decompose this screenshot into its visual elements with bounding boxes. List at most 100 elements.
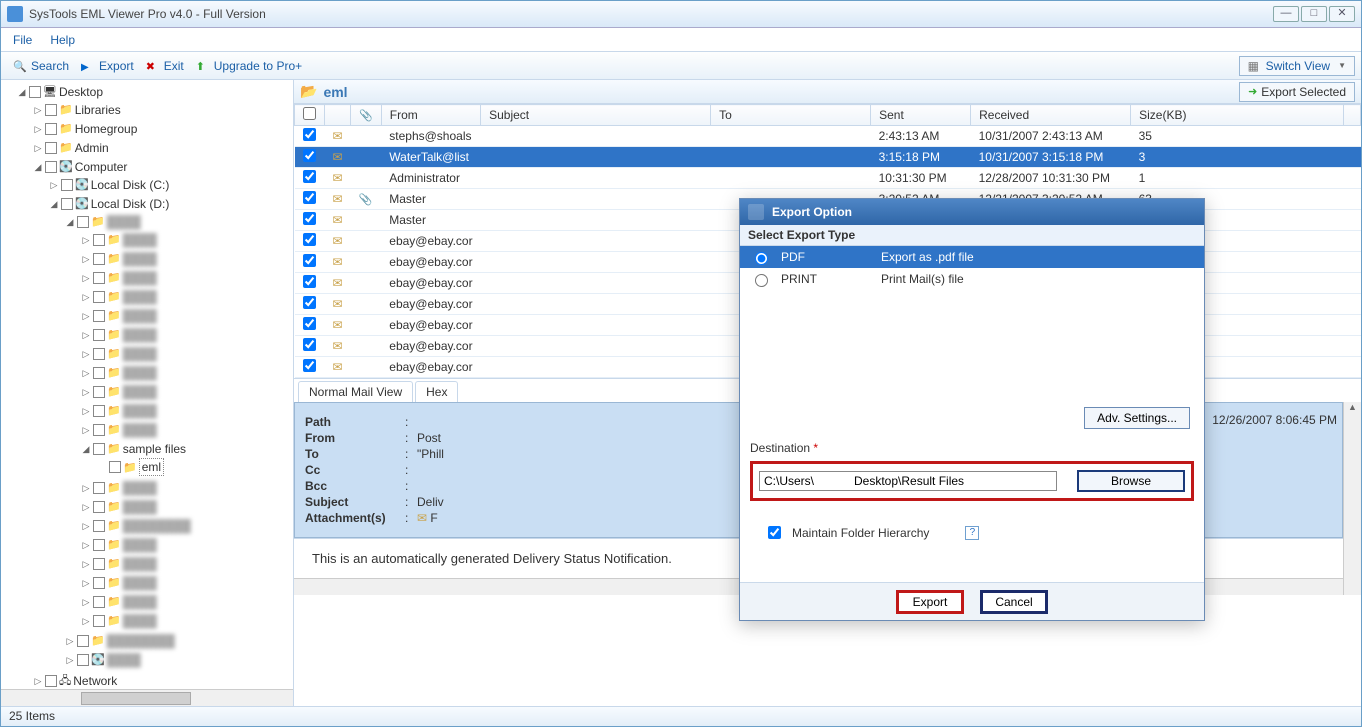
row-checkbox[interactable] (303, 338, 316, 351)
computer-icon (59, 158, 73, 175)
upgrade-icon (196, 59, 210, 73)
destination-label: Destination * (740, 435, 1204, 457)
export-button[interactable]: Export (75, 57, 140, 75)
row-checkbox[interactable] (303, 191, 316, 204)
folder-icon (91, 213, 105, 230)
col-checkbox[interactable] (295, 105, 325, 126)
radio-pdf[interactable] (755, 252, 768, 265)
upgrade-button[interactable]: Upgrade to Pro+ (190, 57, 308, 75)
titlebar: SysTools EML Viewer Pro v4.0 - Full Vers… (1, 1, 1361, 28)
switch-view-button[interactable]: Switch View▼ (1239, 56, 1355, 76)
folder-icon (107, 440, 121, 457)
export-confirm-button[interactable]: Export (896, 590, 964, 614)
cell-sent: 2:43:13 AM (871, 126, 971, 147)
envelope-icon (333, 360, 343, 374)
close-button[interactable]: ✕ (1329, 6, 1355, 22)
export-icon (81, 59, 95, 73)
cell-received: 10/31/2007 3:15:18 PM (971, 147, 1131, 168)
row-checkbox[interactable] (303, 128, 316, 141)
drive-icon (75, 176, 89, 193)
col-subject[interactable]: Subject (481, 105, 711, 126)
cell-sent: 3:15:18 PM (871, 147, 971, 168)
tab-normal-mail-view[interactable]: Normal Mail View (298, 381, 413, 402)
cell-from: ebay@ebay.cor (381, 357, 480, 378)
menu-file[interactable]: File (13, 33, 32, 47)
window-title: SysTools EML Viewer Pro v4.0 - Full Vers… (29, 7, 1273, 21)
minimize-button[interactable]: — (1273, 6, 1299, 22)
row-checkbox[interactable] (303, 149, 316, 162)
exit-button[interactable]: Exit (140, 57, 190, 75)
menu-help[interactable]: Help (50, 33, 75, 47)
col-sent[interactable]: Sent (871, 105, 971, 126)
maximize-button[interactable]: □ (1301, 6, 1327, 22)
envelope-icon (333, 339, 343, 353)
cell-from: Master (381, 189, 480, 210)
row-checkbox[interactable] (303, 254, 316, 267)
destination-input[interactable] (759, 471, 1057, 491)
maintain-folder-hierarchy-checkbox[interactable] (768, 526, 781, 539)
tree-folder-blurred[interactable]: ████ (107, 214, 141, 230)
tree-eml[interactable]: eml (139, 458, 164, 476)
row-checkbox[interactable] (303, 275, 316, 288)
radio-print[interactable] (755, 274, 768, 287)
table-row[interactable]: Administrator10:31:30 PM12/28/2007 10:31… (295, 168, 1361, 189)
adv-settings-button[interactable]: Adv. Settings... (1084, 407, 1190, 429)
folder-tree[interactable]: ◢Desktop ▷Libraries ▷Homegroup ▷Admin ◢C… (1, 80, 293, 689)
cell-from: ebay@ebay.cor (381, 252, 480, 273)
envelope-icon (333, 150, 343, 164)
export-selected-button[interactable]: Export Selected (1239, 82, 1355, 102)
app-logo (7, 6, 23, 22)
dialog-icon (748, 204, 764, 220)
row-checkbox[interactable] (303, 296, 316, 309)
tree-admin[interactable]: Admin (75, 140, 109, 156)
table-row[interactable]: stephs@shoals2:43:13 AM10/31/2007 2:43:1… (295, 126, 1361, 147)
export-type-pdf[interactable]: PDF Export as .pdf file (740, 246, 1204, 268)
col-size[interactable]: Size(KB) (1131, 105, 1344, 126)
col-to[interactable]: To (711, 105, 871, 126)
col-attachment[interactable] (351, 105, 382, 126)
row-checkbox[interactable] (303, 170, 316, 183)
dialog-title: Export Option (772, 205, 852, 219)
cell-from: Administrator (381, 168, 480, 189)
tab-hex[interactable]: Hex (415, 381, 458, 402)
status-bar: 25 Items (1, 706, 1361, 726)
tree-drive-c[interactable]: Local Disk (C:) (91, 177, 170, 193)
row-checkbox[interactable] (303, 359, 316, 372)
envelope-icon (333, 234, 343, 248)
tree-sample-files[interactable]: sample files (123, 441, 186, 457)
browse-button[interactable]: Browse (1077, 470, 1185, 492)
cell-from: Master (381, 210, 480, 231)
envelope-icon (333, 255, 343, 269)
envelope-icon (333, 129, 343, 143)
sidebar-scrollbar[interactable] (1, 689, 293, 706)
export-type-print[interactable]: PRINT Print Mail(s) file (740, 268, 1204, 290)
cell-from: ebay@ebay.cor (381, 231, 480, 252)
search-button[interactable]: Search (7, 57, 75, 75)
desktop-icon (43, 83, 57, 100)
cell-size: 35 (1131, 126, 1344, 147)
cell-size: 3 (1131, 147, 1344, 168)
help-icon[interactable]: ? (965, 526, 979, 540)
cell-from: ebay@ebay.cor (381, 315, 480, 336)
envelope-icon (333, 318, 343, 332)
attachment-icon (359, 108, 373, 122)
tree-desktop[interactable]: Desktop (59, 84, 103, 100)
tree-homegroup[interactable]: Homegroup (75, 121, 138, 137)
row-checkbox[interactable] (303, 233, 316, 246)
tree-computer[interactable]: Computer (75, 159, 128, 175)
tree-network[interactable]: Network (73, 673, 117, 689)
col-read[interactable] (325, 105, 351, 126)
col-received[interactable]: Received (971, 105, 1131, 126)
tree-drive-d[interactable]: Local Disk (D:) (91, 196, 170, 212)
table-row[interactable]: WaterTalk@list3:15:18 PM10/31/2007 3:15:… (295, 147, 1361, 168)
toolbar: Search Export Exit Upgrade to Pro+ Switc… (1, 52, 1361, 80)
envelope-icon (333, 297, 343, 311)
row-checkbox[interactable] (303, 212, 316, 225)
cell-sent: 10:31:30 PM (871, 168, 971, 189)
tree-libraries[interactable]: Libraries (75, 102, 121, 118)
col-from[interactable]: From (381, 105, 480, 126)
vertical-scrollbar[interactable] (1343, 402, 1361, 595)
row-checkbox[interactable] (303, 317, 316, 330)
cancel-button[interactable]: Cancel (980, 590, 1048, 614)
cell-size: 1 (1131, 168, 1344, 189)
